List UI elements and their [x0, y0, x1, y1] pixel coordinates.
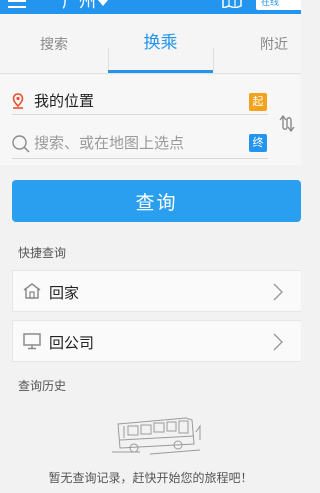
- divider: [12, 158, 268, 159]
- chevron-right-icon: [273, 283, 283, 301]
- location-pin-icon: [12, 93, 24, 109]
- destination-input[interactable]: [34, 131, 239, 155]
- tab-divider: [213, 48, 214, 70]
- monitor-icon: [23, 333, 41, 350]
- tab-search[interactable]: 搜索: [0, 14, 108, 74]
- bus-illustration-icon: [112, 417, 201, 455]
- city-selector[interactable]: 广州: [62, 0, 96, 12]
- map-icon[interactable]: [222, 0, 242, 8]
- chevron-down-icon: [98, 0, 108, 6]
- shortcut-office[interactable]: 回公司: [12, 320, 301, 362]
- divider: [12, 114, 268, 115]
- tab-transfer[interactable]: 换乘: [108, 10, 213, 70]
- shortcut-home[interactable]: 回家: [12, 270, 301, 312]
- origin-field[interactable]: 我的位置: [34, 90, 94, 112]
- history-title: 查询历史: [18, 379, 67, 393]
- shortcut-label: 回公司: [49, 334, 95, 352]
- search-icon: [12, 135, 30, 153]
- empty-history-message: 暂无查询记录，赶快开始您的旅程吧！: [48, 471, 253, 485]
- online-status-badge[interactable]: 在线: [256, 0, 301, 10]
- start-tag: 起: [249, 93, 267, 111]
- menu-icon[interactable]: [8, 0, 26, 8]
- end-tag: 终: [249, 134, 267, 152]
- query-button[interactable]: 查询: [12, 180, 301, 222]
- house-icon: [23, 283, 41, 299]
- shortcut-label: 回家: [49, 284, 80, 302]
- tab-bar: 搜索 换乘 附近: [0, 14, 301, 74]
- active-tab-indicator: [108, 70, 213, 73]
- chevron-right-icon: [273, 333, 283, 351]
- shortcuts-title: 快捷查询: [18, 246, 67, 260]
- swap-icon[interactable]: [277, 111, 301, 135]
- tab-nearby[interactable]: 附近: [230, 14, 318, 74]
